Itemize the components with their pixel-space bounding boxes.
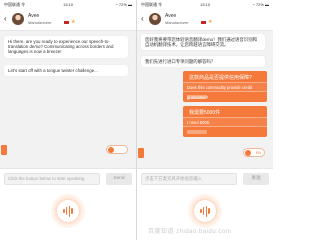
chat-message: 我们先进行进口专项问题的解答吗？ [141,56,265,68]
watermark: 百度知道 zhidao.baidu.com [148,229,232,235]
back-icon[interactable]: ‹ [4,14,7,23]
chat-message: Hi there, are you ready to experience ou… [4,36,128,58]
left-phone-screen: 中国联通 令 13:10 ◔ 72% ▬ ‹ Avee Manufacturer… [0,0,136,240]
card-question-chinese: 这款商品是否提供信用保障? [189,75,252,81]
right-phone-screen: 中国联通 令 13:10 ◔ 72% ▬ ‹ Avee Manufacturer… [137,0,273,240]
translation-card[interactable]: 我需要5000件 I need 5000. [183,106,267,137]
avatar [149,13,161,25]
card-action-bar[interactable] [187,130,207,134]
mic-button[interactable] [194,200,216,222]
star-icon: ★ [208,19,213,25]
card-question-english: I need 5000. [183,117,267,127]
message-input[interactable]: Click the button below to start speaking [4,173,100,185]
card-question-chinese: 我需要5000件 [189,110,221,116]
status-bar: 中国联通 令 13:10 ◔ 72% ▬ [0,0,136,9]
mic-icon [200,205,210,217]
card-action-bar[interactable] [187,95,207,99]
send-button[interactable]: 发送 [243,173,269,185]
input-bar: Click the button below to start speaking… [0,168,136,188]
language-toggle[interactable] [106,145,128,154]
mic-icon [63,205,73,217]
toggle-knob [108,147,114,153]
toggle-knob [245,150,251,156]
battery-indicator: ◔ 72% ▬ [115,2,132,7]
back-icon[interactable]: ‹ [141,14,144,23]
flag-icon [64,21,69,24]
input-bar: 点击下方麦克风开始语音输入 发送 [137,168,273,188]
message-input[interactable]: 点击下方麦克风开始语音输入 [141,173,237,185]
agent-role: Manufacturer [28,20,52,25]
flag-icon [201,21,206,24]
agent-role: Manufacturer [165,20,189,25]
translation-card[interactable]: 这款商品是否提供信用保障? Does this commodity provid… [183,71,267,102]
status-bar: 中国联通 令 13:10 ◔ 72% ▬ [137,0,273,9]
agent-name: Avee [165,13,177,19]
send-button[interactable]: Send [106,173,132,185]
star-icon: ★ [71,19,76,25]
battery-indicator: ◔ 72% ▬ [252,2,269,7]
chat-message: Let's start off with a tongue twister ch… [4,65,128,77]
language-toggle[interactable]: EN [243,148,265,157]
side-drawer-handle[interactable] [138,148,144,158]
mic-button[interactable] [57,200,79,222]
avatar [12,13,24,25]
side-drawer-handle[interactable] [1,145,7,155]
card-question-english: Does this commodity provide credit guara… [183,82,267,100]
mic-area [0,188,136,240]
agent-header: ‹ Avee Manufacturer ★ [137,9,273,31]
toggle-label: EN [256,150,261,155]
agent-name: Avee [28,13,40,19]
agent-header: ‹ Avee Manufacturer ★ [0,9,136,31]
chat-message: 您好我将要带您体验语音翻译demo！我们通过语音识别和自动机翻译技术，让您跨越语… [141,34,265,51]
